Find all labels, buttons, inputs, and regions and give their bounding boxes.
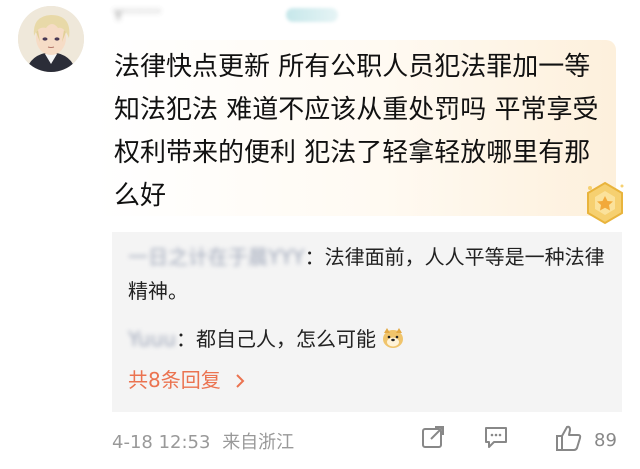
- more-replies-link[interactable]: 共8条回复: [128, 364, 245, 393]
- avatar[interactable]: [18, 6, 84, 72]
- comment-time: 4-18 12:53: [112, 432, 211, 453]
- comment-text: 法律快点更新 所有公职人员犯法罪加一等 知法犯法 难道不应该从重处罚吗 平常享受…: [114, 52, 599, 211]
- reply-username[interactable]: 一日之计在于晨YYY: [128, 240, 305, 274]
- user-badge: [286, 8, 338, 22]
- share-icon[interactable]: [420, 424, 446, 454]
- comment-icon[interactable]: [482, 424, 510, 454]
- like-icon[interactable]: [554, 424, 584, 456]
- reply-separator: ：: [304, 245, 325, 269]
- reply-username[interactable]: Yuuu: [128, 322, 176, 356]
- reply-text: 都自己人，怎么可能: [195, 327, 376, 351]
- reply-separator: ：: [175, 327, 196, 351]
- comment-location: 来自浙江: [222, 432, 295, 453]
- reply-item[interactable]: Yuuu：都自己人，怎么可能: [128, 322, 404, 359]
- comment-meta: 4-18 12:53 来自浙江: [112, 428, 294, 454]
- badge-icon: [582, 180, 628, 226]
- like-count: 89: [594, 430, 617, 451]
- comment-username[interactable]: Y’’’’’’’: [114, 8, 162, 24]
- reply-item[interactable]: 一日之计在于晨YYY：法律面前，人人平等是一种法律精神。: [128, 240, 608, 308]
- chevron-right-icon: [229, 368, 245, 392]
- replies-panel: 一日之计在于晨YYY：法律面前，人人平等是一种法律精神。 Yuuu：都自己人，怎…: [112, 232, 622, 412]
- doge-emoji: [382, 325, 404, 359]
- more-replies-label[interactable]: 共8条回复: [128, 368, 221, 392]
